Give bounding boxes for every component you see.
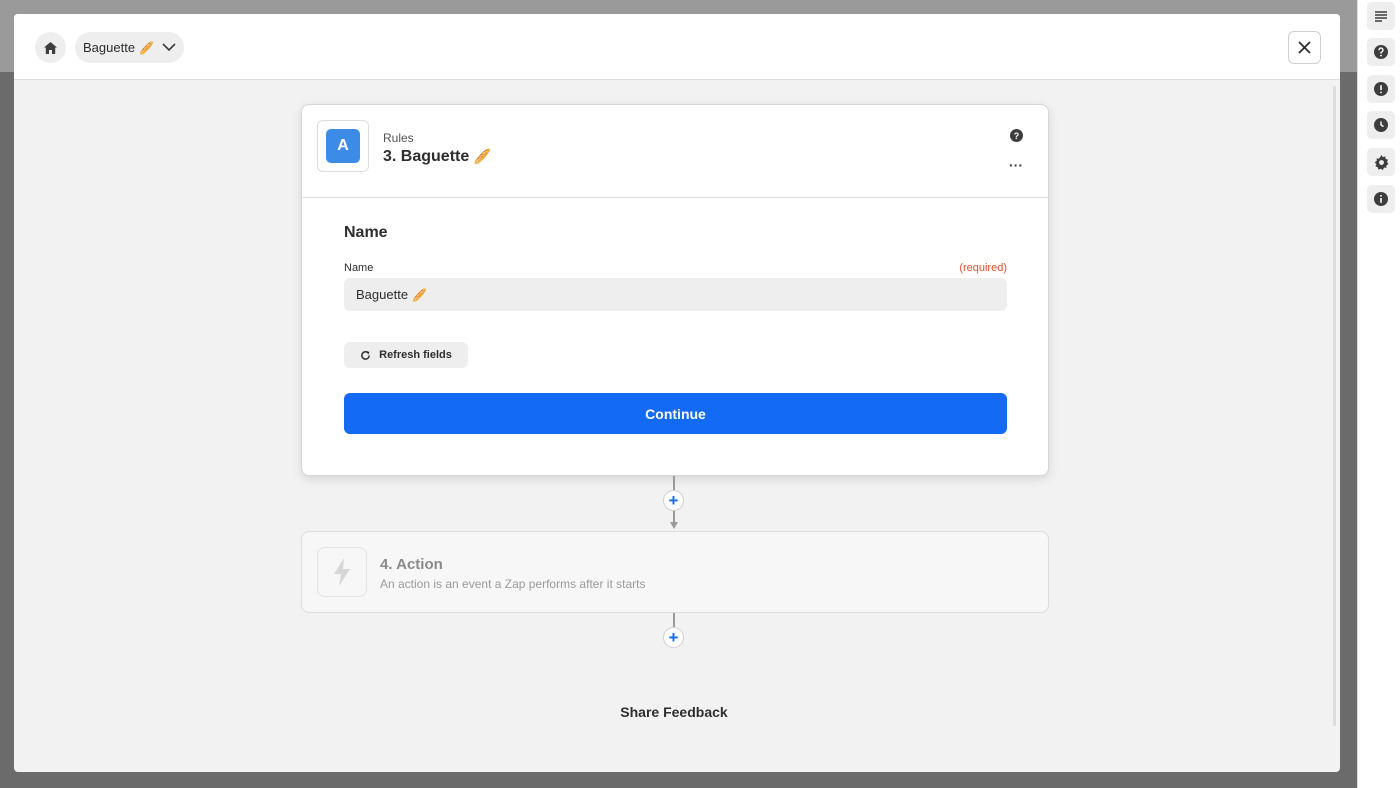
modal-header: Baguette 🥖 <box>14 14 1340 80</box>
required-indicator: (required) <box>959 262 1007 274</box>
editor-modal: Baguette 🥖 A Rules 3. Baguette 🥖 ? ··· N… <box>14 14 1340 772</box>
step-card: A Rules 3. Baguette 🥖 ? ··· Name Name (r… <box>301 104 1049 476</box>
help-circle-icon <box>1374 45 1388 59</box>
gear-icon <box>1374 154 1389 170</box>
scrollbar[interactable] <box>1333 86 1336 726</box>
outline-icon <box>1375 10 1387 22</box>
outline-button[interactable] <box>1367 2 1395 30</box>
settings-button[interactable] <box>1367 148 1395 176</box>
step-title[interactable]: 3. Baguette 🥖 <box>383 148 491 166</box>
baguette-emoji-icon: 🥖 <box>473 148 492 164</box>
name-input-value: Baguette <box>356 287 409 302</box>
step-card-header: A Rules 3. Baguette 🥖 ? ··· <box>302 105 1048 198</box>
plus-icon: + <box>668 628 679 647</box>
clock-icon <box>1374 118 1388 132</box>
close-button[interactable] <box>1288 31 1321 64</box>
name-input[interactable]: Baguette 🥖 <box>344 278 1007 311</box>
action-icon-frame <box>317 547 367 597</box>
info-circle-icon <box>1374 192 1388 206</box>
action-step-card[interactable]: 4. Action An action is an event a Zap pe… <box>301 531 1049 613</box>
connector-line <box>673 511 675 522</box>
baguette-emoji-icon: 🥖 <box>412 287 427 302</box>
breadcrumb-dropdown[interactable]: Baguette 🥖 <box>75 32 184 63</box>
close-icon <box>1298 41 1311 54</box>
help-icon[interactable]: ? <box>1010 129 1023 142</box>
rules-app-icon: A <box>326 129 360 163</box>
info-button[interactable] <box>1367 185 1395 213</box>
refresh-icon <box>361 350 371 360</box>
name-field-label: Name <box>344 262 374 274</box>
app-icon-frame: A <box>317 120 369 172</box>
connector-line <box>673 476 675 491</box>
refresh-fields-button[interactable]: Refresh fields <box>344 342 468 368</box>
action-description: An action is an event a Zap performs aft… <box>380 577 646 591</box>
add-step-button[interactable]: + <box>663 627 684 648</box>
connector-line <box>673 613 675 627</box>
refresh-fields-label: Refresh fields <box>379 349 452 361</box>
arrow-down-icon <box>670 522 678 529</box>
baguette-emoji-icon: 🥖 <box>139 40 154 55</box>
more-options-icon[interactable]: ··· <box>1009 157 1023 173</box>
home-icon <box>44 41 57 54</box>
step-app-name: Rules <box>383 131 414 145</box>
home-button[interactable] <box>35 32 66 63</box>
chevron-down-icon <box>162 43 176 52</box>
action-title: 4. Action <box>380 556 443 573</box>
history-button[interactable] <box>1367 111 1395 139</box>
lightning-bolt-icon <box>334 558 350 586</box>
continue-button[interactable]: Continue <box>344 393 1007 434</box>
alert-circle-icon <box>1374 82 1388 96</box>
share-feedback-link[interactable]: Share Feedback <box>14 704 1334 720</box>
step-title-text: 3. Baguette <box>383 148 470 165</box>
plus-icon: + <box>668 491 679 510</box>
breadcrumb-label: Baguette <box>83 40 136 55</box>
section-title: Name <box>344 224 388 241</box>
right-sidebar <box>1357 0 1400 788</box>
alerts-button[interactable] <box>1367 75 1395 103</box>
help-button[interactable] <box>1367 38 1395 66</box>
add-step-button[interactable]: + <box>663 490 684 511</box>
